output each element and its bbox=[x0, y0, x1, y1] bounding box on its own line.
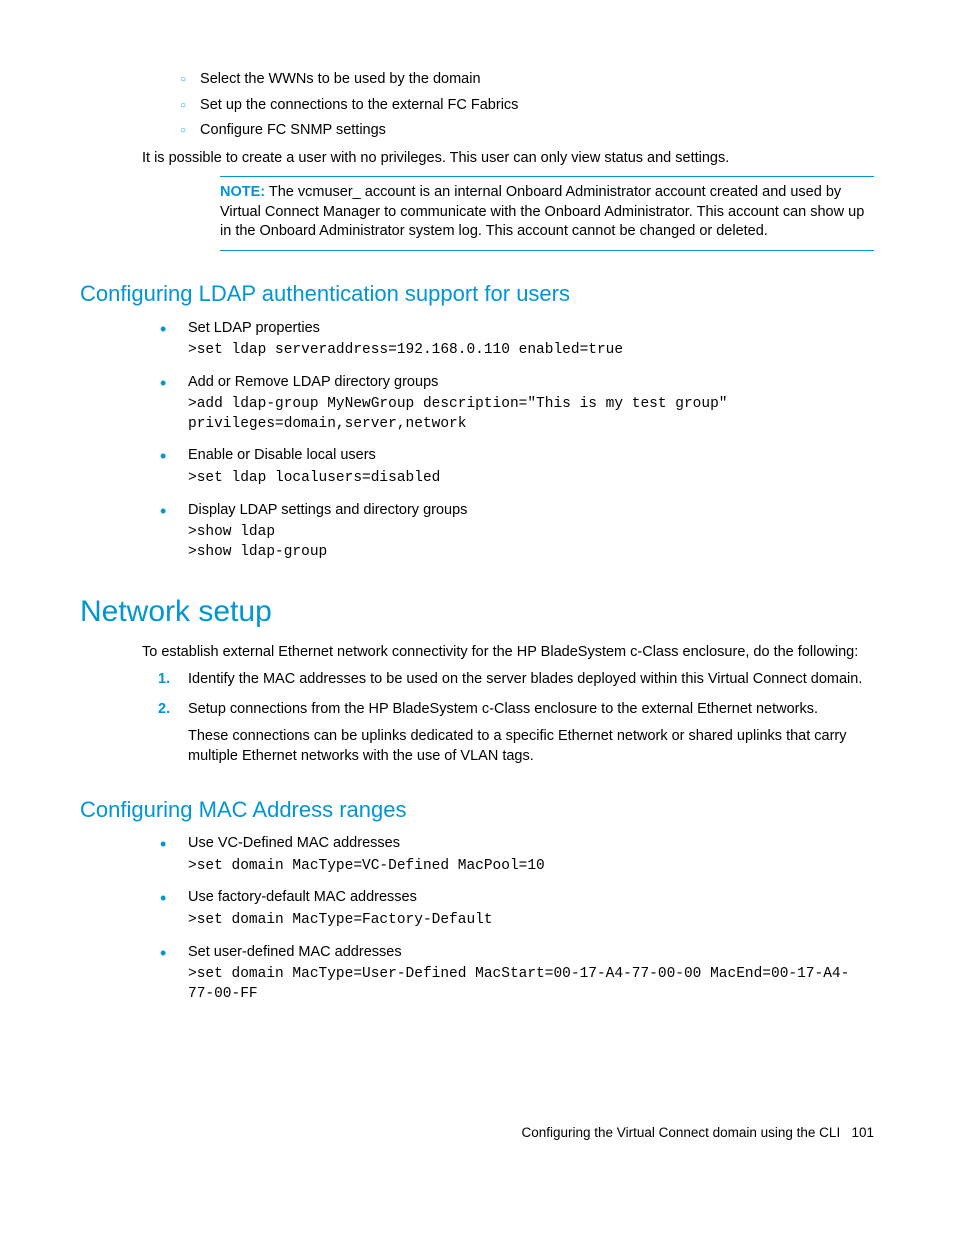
code-block: >set domain MacType=VC-Defined MacPool=1… bbox=[188, 857, 874, 877]
item-label: Enable or Disable local users bbox=[188, 446, 874, 466]
step-text: Setup connections from the HP BladeSyste… bbox=[188, 700, 874, 720]
list-item: Set user-defined MAC addresses >set doma… bbox=[158, 943, 874, 1005]
page-number: 101 bbox=[851, 1125, 874, 1140]
code-block: >set ldap localusers=disabled bbox=[188, 469, 874, 489]
step-text: Identify the MAC addresses to be used on… bbox=[188, 670, 874, 690]
network-heading: Network setup bbox=[80, 592, 874, 633]
item-label: Set user-defined MAC addresses bbox=[188, 943, 874, 963]
item-label: Display LDAP settings and directory grou… bbox=[188, 501, 874, 521]
top-sublist: ○ Select the WWNs to be used by the doma… bbox=[180, 70, 874, 141]
list-item: Add or Remove LDAP directory groups >add… bbox=[158, 373, 874, 435]
network-steps: Identify the MAC addresses to be used on… bbox=[158, 670, 874, 766]
ldap-list: Set LDAP properties >set ldap serveraddr… bbox=[158, 319, 874, 563]
circle-bullet-icon: ○ bbox=[180, 99, 186, 113]
code-block: >add ldap-group MyNewGroup description="… bbox=[188, 395, 874, 434]
code-block: >set domain MacType=User-Defined MacStar… bbox=[188, 965, 874, 1004]
item-label: Add or Remove LDAP directory groups bbox=[188, 373, 874, 393]
footer-text: Configuring the Virtual Connect domain u… bbox=[522, 1125, 841, 1140]
mac-heading: Configuring MAC Address ranges bbox=[80, 795, 874, 825]
step-item: Identify the MAC addresses to be used on… bbox=[158, 670, 874, 690]
code-block: >show ldap >show ldap-group bbox=[188, 523, 874, 562]
item-label: Set LDAP properties bbox=[188, 319, 874, 339]
list-item: Display LDAP settings and directory grou… bbox=[158, 501, 874, 563]
sublist-item: ○ Set up the connections to the external… bbox=[180, 96, 874, 116]
network-intro: To establish external Ethernet network c… bbox=[142, 643, 874, 663]
note-label: NOTE: bbox=[220, 184, 265, 200]
mac-list: Use VC-Defined MAC addresses >set domain… bbox=[158, 834, 874, 1004]
sublist-text: Set up the connections to the external F… bbox=[200, 96, 518, 116]
list-item: Enable or Disable local users >set ldap … bbox=[158, 446, 874, 488]
step-item: Setup connections from the HP BladeSyste… bbox=[158, 700, 874, 767]
note-box: NOTE: The vcmuser_ account is an interna… bbox=[220, 176, 874, 251]
page-footer: Configuring the Virtual Connect domain u… bbox=[80, 1124, 874, 1142]
sublist-item: ○ Select the WWNs to be used by the doma… bbox=[180, 70, 874, 90]
ldap-heading: Configuring LDAP authentication support … bbox=[80, 279, 874, 309]
code-block: >set ldap serveraddress=192.168.0.110 en… bbox=[188, 341, 874, 361]
code-block: >set domain MacType=Factory-Default bbox=[188, 911, 874, 931]
sublist-item: ○ Configure FC SNMP settings bbox=[180, 121, 874, 141]
sublist-text: Select the WWNs to be used by the domain bbox=[200, 70, 480, 90]
item-label: Use VC-Defined MAC addresses bbox=[188, 834, 874, 854]
list-item: Use VC-Defined MAC addresses >set domain… bbox=[158, 834, 874, 876]
circle-bullet-icon: ○ bbox=[180, 124, 186, 138]
circle-bullet-icon: ○ bbox=[180, 73, 186, 87]
note-text: The vcmuser_ account is an internal Onbo… bbox=[220, 184, 864, 239]
list-item: Set LDAP properties >set ldap serveraddr… bbox=[158, 319, 874, 361]
privileges-paragraph: It is possible to create a user with no … bbox=[142, 149, 874, 169]
sublist-text: Configure FC SNMP settings bbox=[200, 121, 386, 141]
step-extra: These connections can be uplinks dedicat… bbox=[188, 727, 874, 766]
list-item: Use factory-default MAC addresses >set d… bbox=[158, 888, 874, 930]
item-label: Use factory-default MAC addresses bbox=[188, 888, 874, 908]
